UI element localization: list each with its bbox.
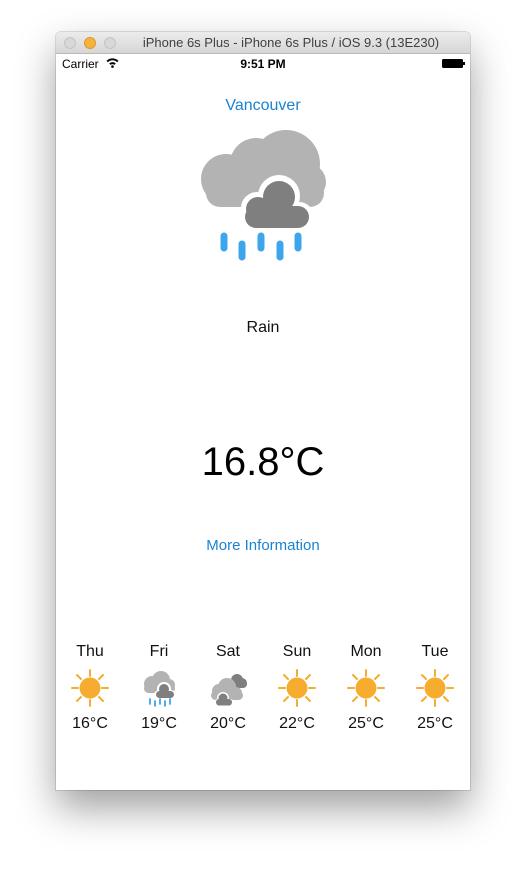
rain-cloud-icon (144, 671, 176, 707)
forecast-temp: 20°C (210, 715, 246, 732)
forecast-day-sun: Sun 22°C (267, 642, 327, 733)
window-titlebar[interactable]: iPhone 6s Plus - iPhone 6s Plus / iOS 9.… (56, 32, 470, 54)
more-information-link[interactable]: More Information (56, 537, 470, 554)
forecast-day-tue: Tue 25°C (405, 642, 465, 733)
forecast-day-fri: Fri 19°C (129, 642, 189, 733)
simulator-window: iPhone 6s Plus - iPhone 6s Plus / iOS 9.… (56, 32, 470, 790)
forecast-row: Thu 16°C Fri 19°C Sat 20°C Sun 22°C Mon … (56, 642, 470, 752)
sun-icon (278, 669, 316, 707)
zoom-window-button[interactable] (104, 37, 116, 49)
forecast-temp: 16°C (72, 715, 108, 732)
battery-icon (442, 59, 465, 68)
current-temperature: 16.8°C (201, 440, 325, 484)
device-screen: Carrier 9:51 PM Vancouver Rain 16.8°C Mo… (56, 54, 470, 790)
forecast-day-name: Tue (421, 643, 449, 660)
sun-icon (347, 669, 385, 707)
forecast-temp: 19°C (141, 715, 177, 732)
forecast-day-name: Sat (215, 643, 240, 660)
forecast-day-name: Fri (149, 643, 169, 660)
rain-cloud-icon (201, 130, 326, 261)
forecast-day-sat: Sat 20°C (198, 642, 258, 733)
window-title: iPhone 6s Plus - iPhone 6s Plus / iOS 9.… (142, 35, 440, 50)
city-name-link[interactable]: Vancouver (56, 97, 470, 115)
forecast-temp: 25°C (417, 715, 453, 732)
forecast-day-name: Sun (282, 643, 312, 660)
close-window-button[interactable] (64, 37, 76, 49)
minimize-window-button[interactable] (84, 37, 96, 49)
sun-icon (416, 669, 454, 707)
sun-icon (71, 669, 109, 707)
forecast-day-thu: Thu 16°C (60, 642, 120, 733)
weather-condition: Rain (246, 319, 280, 336)
clouds-icon (209, 674, 247, 707)
forecast-day-mon: Mon 25°C (336, 642, 396, 733)
forecast-day-name: Mon (350, 643, 382, 660)
forecast-temp: 22°C (279, 715, 315, 732)
status-bar: Carrier 9:51 PM (56, 54, 470, 74)
status-time: 9:51 PM (240, 57, 286, 71)
forecast-temp: 25°C (348, 715, 384, 732)
forecast-day-name: Thu (76, 643, 104, 660)
